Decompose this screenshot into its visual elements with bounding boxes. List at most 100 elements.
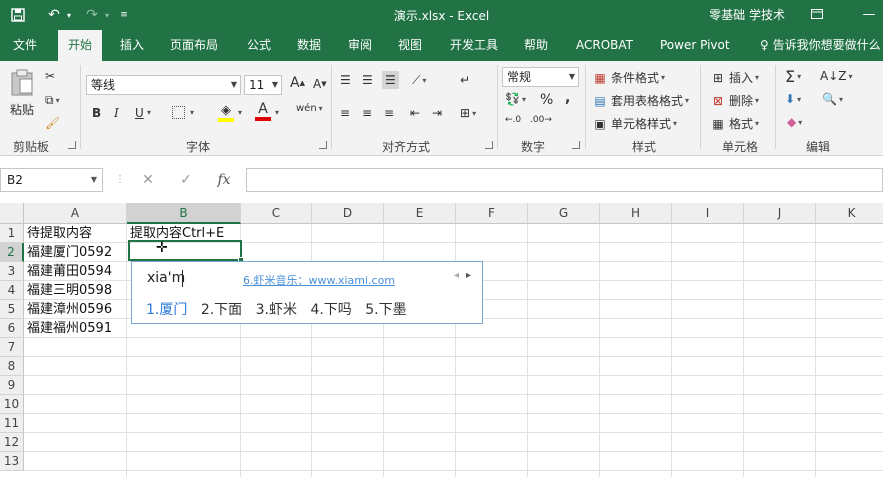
row-header-7[interactable]: 7 [0, 338, 24, 357]
align-bottom-icon[interactable]: ☰ [382, 71, 399, 89]
column-header-d[interactable]: D [312, 203, 384, 224]
tab-help[interactable]: 帮助 [524, 30, 548, 61]
tab-acrobat[interactable]: ACROBAT [576, 30, 633, 61]
increase-font-icon[interactable]: A ▲ [290, 75, 305, 91]
cell-styles-button[interactable]: ▣ 单元格样式 ▾ [592, 115, 677, 132]
ime-candidate[interactable]: 3.虾米 [256, 299, 297, 319]
column-header-i[interactable]: I [672, 203, 744, 224]
autosum-button[interactable]: Σ ▾ [785, 67, 801, 86]
row-header-3[interactable]: 3 [0, 262, 24, 281]
bold-button[interactable]: B [92, 106, 101, 120]
tell-me-search[interactable]: ♀ 告诉我你想要做什么 [760, 30, 881, 61]
align-right-icon[interactable]: ≡ [384, 106, 394, 120]
align-center-icon[interactable]: ≡ [362, 106, 372, 120]
insert-function-icon[interactable]: fx [205, 172, 243, 188]
row-header-4[interactable]: 4 [0, 281, 24, 300]
cell-a3[interactable]: 福建莆田0594 [24, 262, 112, 281]
cell-a1[interactable]: 待提取内容 [24, 224, 92, 243]
conditional-formatting-button[interactable]: ▦ 条件格式 ▾ [592, 69, 665, 86]
alignment-launcher-icon[interactable] [485, 141, 493, 149]
ime-candidate[interactable]: 2.下面 [201, 299, 242, 319]
wrap-text-icon[interactable]: ↵ [460, 73, 470, 87]
enter-icon[interactable]: ✓ [167, 172, 205, 188]
ime-prev-page-icon[interactable]: ◂ [454, 270, 459, 281]
ime-ad-link[interactable]: 6.虾米音乐：www.xiami.com [243, 272, 395, 288]
decrease-font-icon[interactable]: A ▼ [313, 77, 327, 91]
cell-a5[interactable]: 福建漳州0596 [24, 300, 112, 319]
column-header-b[interactable]: B [127, 203, 241, 224]
ime-candidate[interactable]: 1.厦门 [146, 299, 187, 319]
align-middle-icon[interactable]: ☰ [362, 73, 373, 87]
ime-candidate[interactable]: 5.下墨 [365, 299, 406, 319]
tab-insert[interactable]: 插入 [120, 30, 144, 61]
tab-data[interactable]: 数据 [297, 30, 321, 61]
column-header-g[interactable]: G [528, 203, 600, 224]
merge-center-icon[interactable]: ⊞ ▾ [460, 106, 476, 120]
fill-color-icon[interactable]: ◈ [218, 103, 234, 122]
increase-indent-icon[interactable]: ⇥ [432, 106, 442, 120]
column-header-e[interactable]: E [384, 203, 456, 224]
cancel-icon[interactable]: ✕ [129, 172, 167, 188]
ime-candidate[interactable]: 4.下吗 [310, 299, 351, 319]
clear-icon[interactable]: ◆ ▾ [787, 115, 802, 129]
fill-icon[interactable]: ⬇ ▾ [785, 92, 801, 106]
format-cells-button[interactable]: ▦ 格式 ▾ [710, 115, 759, 132]
underline-button[interactable]: U [135, 106, 144, 120]
align-top-icon[interactable]: ☰ [340, 73, 351, 87]
ribbon-display-options-icon[interactable] [806, 4, 828, 24]
number-format-combo[interactable]: 常规 ▼ [502, 67, 579, 87]
column-header-f[interactable]: F [456, 203, 528, 224]
row-header-11[interactable]: 11 [0, 414, 24, 433]
format-as-table-button[interactable]: ▤ 套用表格格式 ▾ [592, 92, 689, 109]
column-header-h[interactable]: H [600, 203, 672, 224]
row-header-1[interactable]: 1 [0, 224, 24, 243]
phonetic-guide-icon[interactable]: wén ▾ [296, 103, 323, 114]
column-header-c[interactable]: C [241, 203, 312, 224]
percent-style-button[interactable]: % [540, 92, 553, 108]
user-name[interactable]: 零基础 学技术 [709, 6, 785, 23]
tab-review[interactable]: 审阅 [348, 30, 372, 61]
copy-icon[interactable]: ⧉ ▾ [45, 93, 60, 108]
row-header-2[interactable]: 2 [0, 243, 24, 262]
cell-a2[interactable]: 福建厦门0592 [24, 243, 112, 262]
comma-style-button[interactable]: , [565, 90, 570, 106]
font-name-combo[interactable]: 等线 ▼ [86, 75, 241, 95]
italic-button[interactable]: I [114, 106, 119, 120]
delete-cells-button[interactable]: ⊠ 删除 ▾ [710, 92, 759, 109]
tab-file[interactable]: 文件 [13, 30, 37, 61]
orientation-icon[interactable]: ⟋ ▾ [412, 73, 426, 88]
font-color-icon[interactable]: A [255, 101, 271, 121]
name-box[interactable]: B2 ▼ [0, 168, 103, 192]
tab-formulas[interactable]: 公式 [247, 30, 271, 61]
column-header-j[interactable]: J [744, 203, 816, 224]
tab-developer[interactable]: 开发工具 [450, 30, 498, 61]
sort-filter-icon[interactable]: A↓Z ▾ [820, 69, 853, 83]
align-left-icon[interactable]: ≡ [340, 106, 350, 120]
find-select-icon[interactable]: 🔍 ▾ [822, 92, 843, 106]
minimize-icon[interactable]: — [858, 4, 880, 24]
row-header-8[interactable]: 8 [0, 357, 24, 376]
accounting-format-icon[interactable]: 💱 ▾ [505, 92, 526, 106]
row-header-5[interactable]: 5 [0, 300, 24, 319]
row-header-13[interactable]: 13 [0, 452, 24, 471]
clipboard-launcher-icon[interactable] [68, 141, 76, 149]
fill-color-dropdown-icon[interactable]: ▾ [236, 108, 242, 117]
underline-dropdown-icon[interactable]: ▾ [145, 108, 151, 117]
borders-icon[interactable]: ▾ [172, 106, 194, 119]
column-header-k[interactable]: K [816, 203, 883, 224]
tab-page-layout[interactable]: 页面布局 [170, 30, 218, 61]
format-painter-icon[interactable]: 🖌 [45, 116, 60, 130]
increase-decimal-icon[interactable]: ←.0 [505, 115, 521, 125]
ime-next-page-icon[interactable]: ▸ [466, 270, 471, 281]
tab-view[interactable]: 视图 [398, 30, 422, 61]
font-size-combo[interactable]: 11 ▼ [244, 75, 282, 95]
cell-a4[interactable]: 福建三明0598 [24, 281, 112, 300]
row-header-6[interactable]: 6 [0, 319, 24, 338]
decrease-indent-icon[interactable]: ⇤ [410, 106, 420, 120]
row-header-9[interactable]: 9 [0, 376, 24, 395]
row-header-12[interactable]: 12 [0, 433, 24, 452]
font-color-dropdown-icon[interactable]: ▾ [273, 108, 279, 117]
cut-icon[interactable]: ✂ [45, 69, 55, 83]
select-all-corner[interactable] [0, 203, 24, 224]
cell-a6[interactable]: 福建福州0591 [24, 319, 112, 338]
